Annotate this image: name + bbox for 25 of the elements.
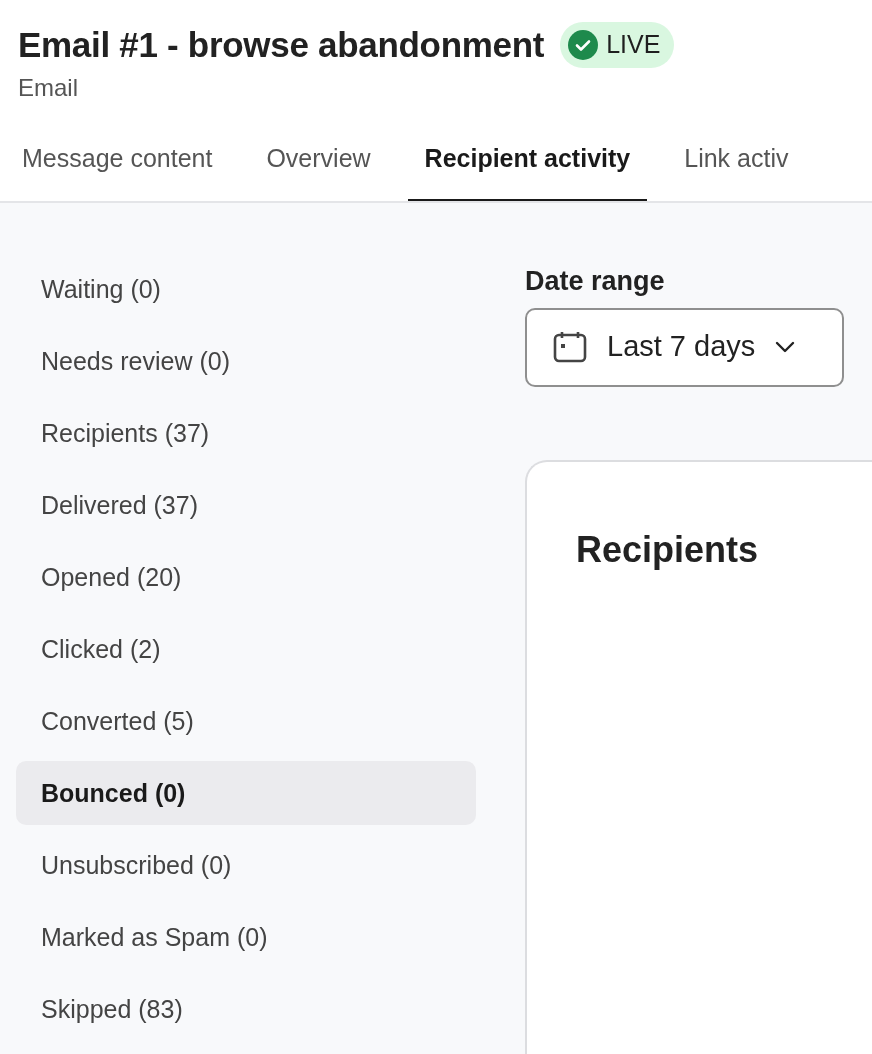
sidebar-item[interactable]: Recipients (37)	[16, 401, 476, 465]
sidebar-item[interactable]: Delivered (37)	[16, 473, 476, 537]
sidebar-item[interactable]: Clicked (2)	[16, 617, 476, 681]
status-label: LIVE	[606, 29, 661, 60]
panel-title: Recipients	[576, 527, 760, 571]
tab[interactable]: Recipient activity	[407, 127, 648, 201]
date-range-dropdown[interactable]: Last 7 days	[525, 307, 844, 387]
field-label: Date range	[525, 265, 666, 298]
page-subtitle: Email	[18, 72, 79, 103]
tab[interactable]: Link activ	[667, 127, 806, 201]
sidebar-item[interactable]: Needs review (0)	[16, 329, 476, 393]
sidebar-item[interactable]: Unsubscribed (0)	[16, 833, 476, 897]
tab[interactable]: Message content	[18, 127, 230, 201]
sidebar-item[interactable]: Converted (5)	[16, 689, 476, 753]
sidebar-item[interactable]: Marked as Spam (0)	[16, 905, 476, 969]
page-title: Email #1 - browse abandonment	[18, 23, 545, 66]
sidebar-item[interactable]: Skipped (83)	[16, 977, 476, 1041]
tab[interactable]: Overview	[249, 127, 388, 201]
check-circle-icon	[568, 29, 599, 60]
calendar-icon	[553, 331, 587, 363]
dropdown-value: Last 7 days	[607, 329, 756, 365]
sidebar-item[interactable]: Waiting (0)	[16, 257, 476, 321]
chevron-down-icon	[775, 341, 796, 353]
sidebar-item[interactable]: Opened (20)	[16, 545, 476, 609]
sidebar-item[interactable]: Bounced (0)	[16, 761, 476, 825]
